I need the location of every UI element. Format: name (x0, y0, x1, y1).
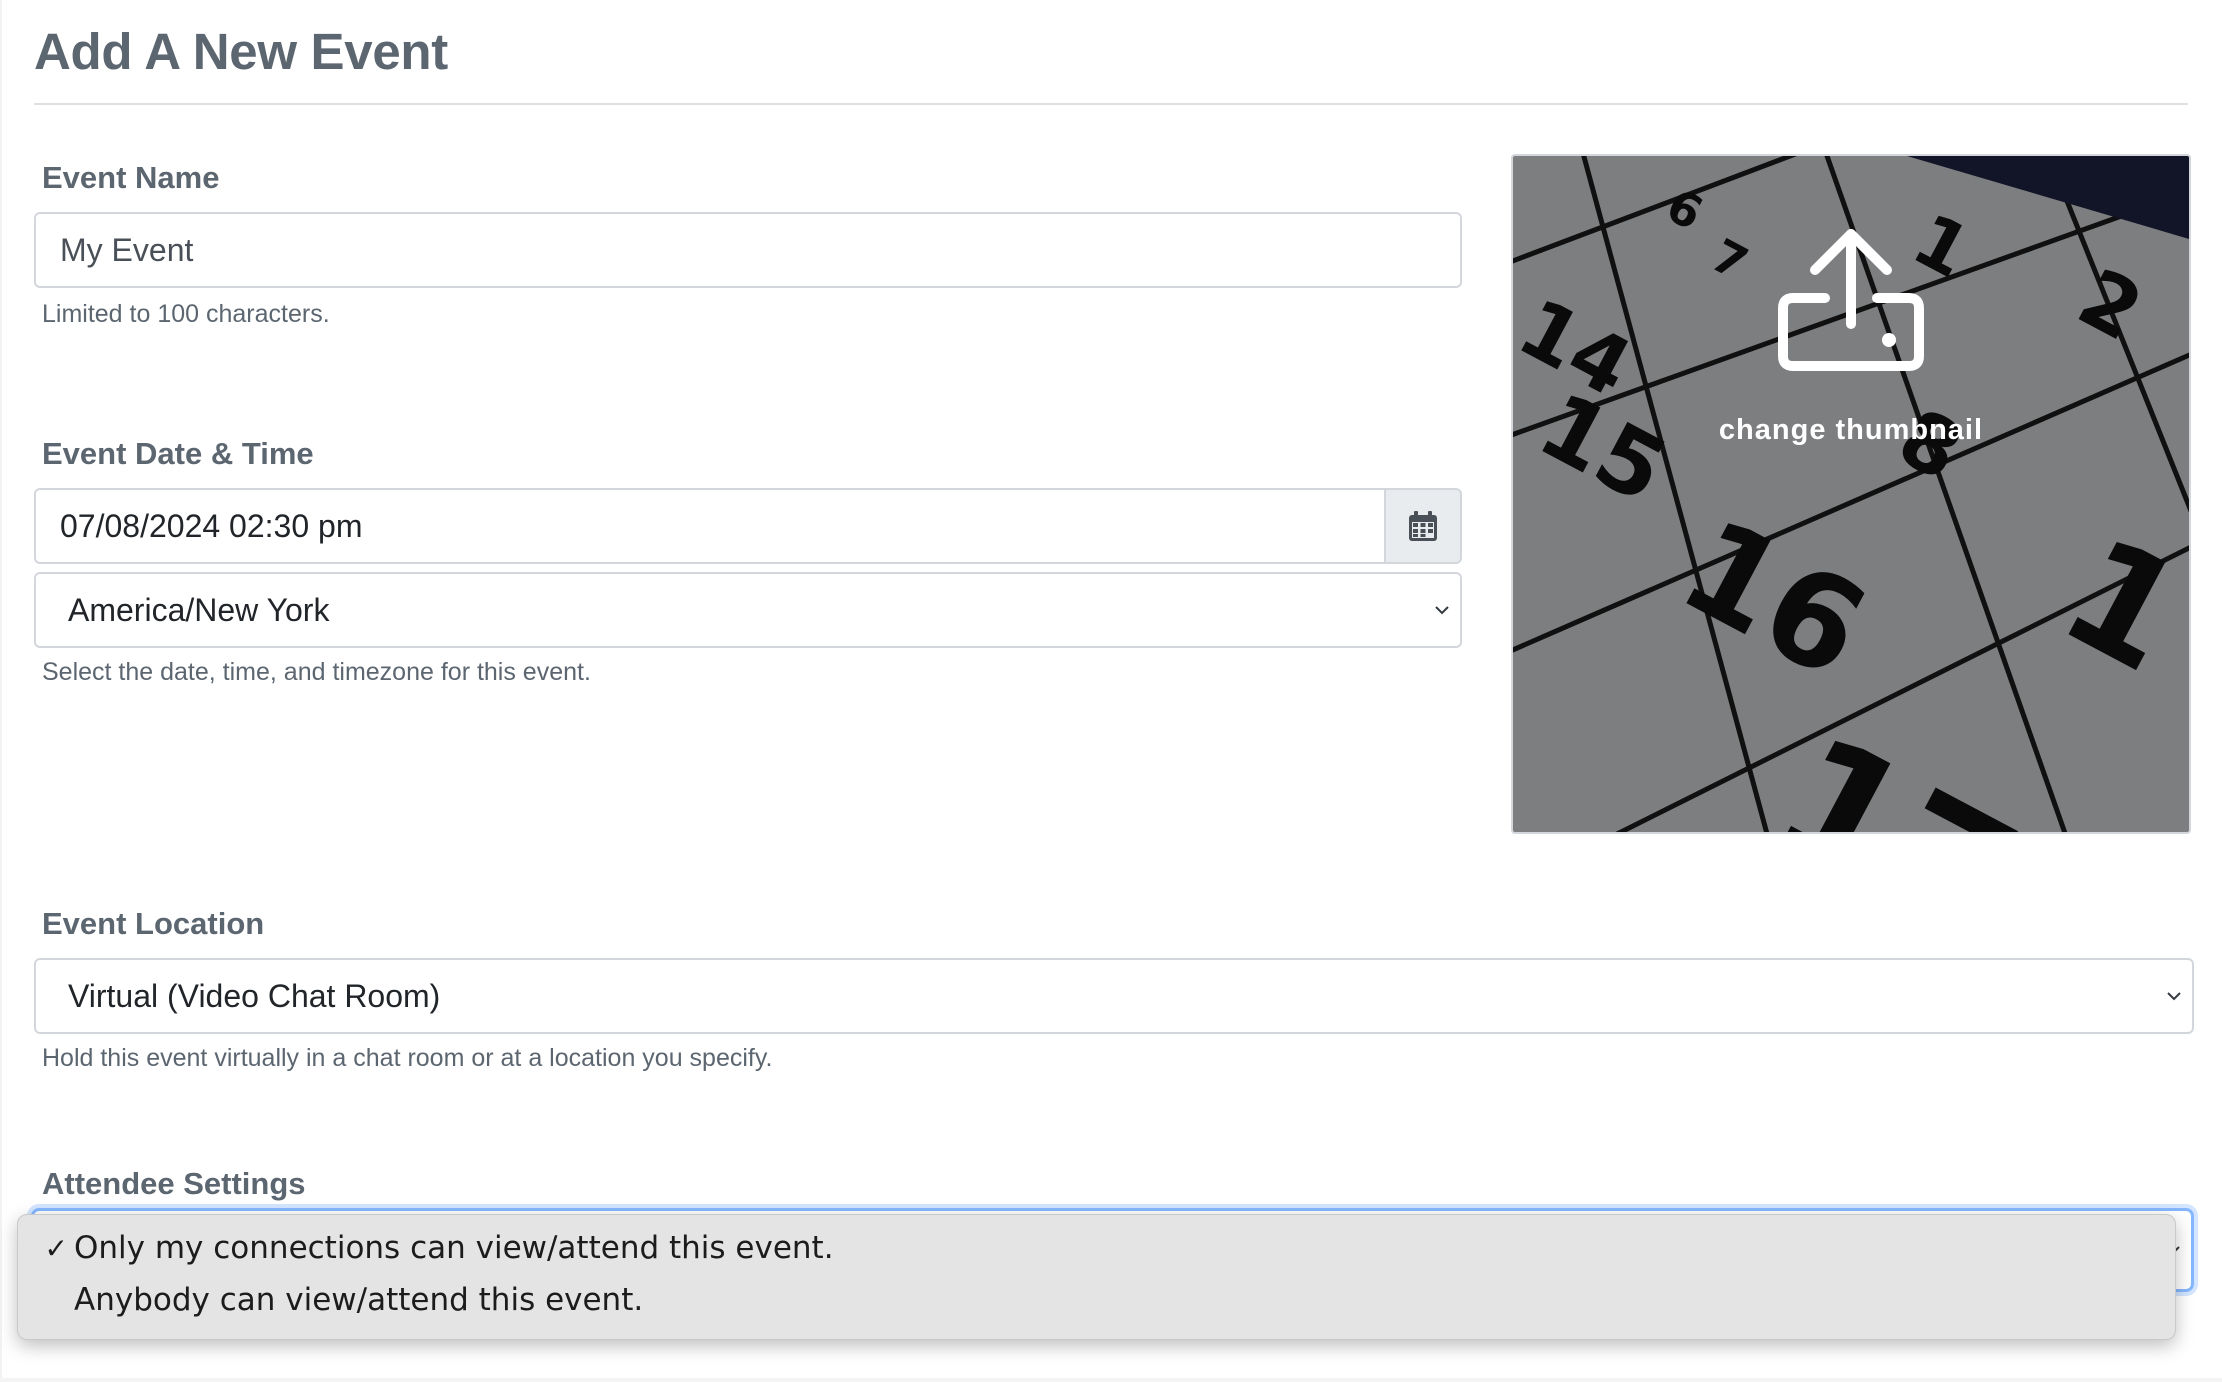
left-divider (0, 0, 2, 1382)
event-datetime-value: 07/08/2024 02:30 pm (60, 507, 363, 544)
thumbnail-upload[interactable]: 6 7 1 2 14 15 8 16 1 17 change thumbnail (1511, 154, 2191, 834)
event-name-help: Limited to 100 characters. (42, 300, 330, 328)
attendee-option-connections[interactable]: ✓ Only my connections can view/attend th… (18, 1223, 2175, 1273)
attendee-settings-label: Attendee Settings (42, 1166, 306, 1201)
event-datetime-input[interactable]: 07/08/2024 02:30 pm (34, 488, 1386, 564)
add-event-page: Add A New Event Event Name My Event Limi… (0, 0, 2222, 1382)
event-name-value: My Event (60, 231, 194, 268)
check-icon: ✓ (44, 1231, 68, 1265)
calendar-icon (1409, 511, 1437, 541)
page-title: Add A New Event (34, 23, 448, 80)
attendee-option-anybody[interactable]: Anybody can view/attend this event. (18, 1275, 2175, 1325)
timezone-value: America/New York (68, 591, 330, 628)
event-name-label: Event Name (42, 160, 220, 195)
event-location-help: Hold this event virtually in a chat room… (42, 1044, 773, 1072)
event-location-value: Virtual (Video Chat Room) (68, 977, 441, 1014)
title-divider (34, 103, 2188, 105)
attendee-option-label: Anybody can view/attend this event. (74, 1282, 644, 1318)
attendee-option-label: Only my connections can view/attend this… (74, 1230, 834, 1266)
attendee-settings-dropdown: ✓ Only my connections can view/attend th… (17, 1214, 2176, 1340)
upload-icon (1778, 229, 1924, 371)
chevron-down-icon (1435, 606, 1449, 615)
timezone-select[interactable]: America/New York (34, 572, 1462, 648)
event-name-input[interactable]: My Event (34, 212, 1462, 288)
event-datetime-label: Event Date & Time (42, 436, 314, 471)
event-location-select[interactable]: Virtual (Video Chat Room) (34, 958, 2194, 1034)
chevron-down-icon (2167, 992, 2181, 1001)
event-location-label: Event Location (42, 906, 265, 941)
bottom-edge (0, 1378, 2222, 1382)
calendar-button[interactable] (1384, 488, 1462, 564)
event-datetime-help: Select the date, time, and timezone for … (42, 658, 591, 686)
change-thumbnail-label: change thumbnail (1718, 414, 1984, 446)
